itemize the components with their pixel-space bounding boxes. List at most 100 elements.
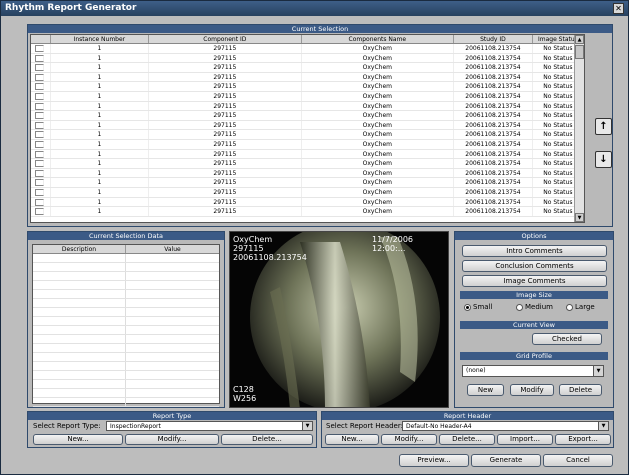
table-cell: OxyChem [302, 111, 455, 120]
checked-button[interactable]: Checked [532, 333, 602, 345]
row-checkbox[interactable] [35, 92, 44, 100]
table-row[interactable]: 1 297115 OxyChem 20061108.213754 No Status [31, 197, 584, 208]
move-down-icon[interactable]: ↓ [595, 151, 612, 168]
chevron-down-icon[interactable]: ▼ [598, 422, 608, 430]
table-row[interactable]: 1 297115 OxyChem 20061108.213754 No Status [31, 120, 584, 131]
table-row[interactable]: 1 297115 OxyChem 20061108.213754 No Status [31, 101, 584, 112]
report-type-new-button[interactable]: New... [33, 434, 123, 445]
table-row[interactable]: 1 297115 OxyChem 20061108.213754 No Status [31, 178, 584, 188]
table-cell: 297115 [149, 159, 302, 168]
chevron-down-icon[interactable]: ▼ [593, 366, 603, 376]
report-type-delete-button[interactable]: Delete... [221, 434, 313, 445]
row-checkbox[interactable] [35, 150, 44, 158]
size-large-radio[interactable]: Large [566, 303, 595, 311]
table-row[interactable]: 1 297115 OxyChem 20061108.213754 No Status [31, 91, 584, 102]
table-row[interactable]: 1 297115 OxyChem 20061108.213754 No Status [31, 111, 584, 121]
report-header-label: Select Report Header: [326, 422, 403, 430]
column-header[interactable]: Instance Number [51, 35, 150, 43]
table-row[interactable]: 1 297115 OxyChem 20061108.213754 No Status [31, 187, 584, 198]
report-type-select[interactable]: InspectionReport ▼ [106, 421, 313, 431]
chevron-down-icon[interactable]: ▼ [302, 422, 312, 430]
grid-delete-button[interactable]: Delete [559, 384, 602, 396]
preview-button[interactable]: Preview... [399, 454, 469, 467]
table-cell: 20061108.213754 [454, 72, 533, 82]
size-small-label: Small [473, 303, 493, 311]
row-checkbox[interactable] [35, 131, 44, 139]
size-medium-radio[interactable]: Medium [516, 303, 553, 311]
report-header-new-button[interactable]: New... [325, 434, 379, 445]
row-checkbox[interactable] [35, 208, 44, 216]
table-cell: 1 [51, 130, 150, 139]
table-cell: 1 [51, 53, 150, 63]
radio-icon[interactable] [566, 303, 573, 311]
column-header[interactable]: Study ID [454, 35, 533, 43]
close-icon[interactable]: ✕ [613, 3, 624, 14]
table-row[interactable]: 1 297115 OxyChem 20061108.213754 No Status [31, 63, 584, 73]
row-select-cell [31, 187, 51, 197]
column-header[interactable] [31, 35, 51, 43]
cancel-button[interactable]: Cancel [543, 454, 613, 467]
report-header-select[interactable]: Default-No Header-A4 ▼ [402, 421, 609, 431]
row-checkbox[interactable] [35, 160, 44, 168]
scroll-down-icon[interactable]: ▼ [575, 213, 584, 222]
table-row[interactable]: 1 297115 OxyChem 20061108.213754 No Status [31, 139, 584, 150]
table-row[interactable]: 1 297115 OxyChem 20061108.213754 No Status [31, 168, 584, 179]
row-checkbox[interactable] [35, 54, 44, 62]
table-cell: 297115 [149, 82, 302, 91]
row-checkbox[interactable] [35, 64, 44, 72]
report-type-modify-button[interactable]: Modify... [125, 434, 219, 445]
table-row[interactable]: 1 297115 OxyChem 20061108.213754 No Status [31, 130, 584, 140]
row-checkbox[interactable] [35, 83, 44, 91]
row-checkbox[interactable] [35, 140, 44, 148]
scroll-thumb[interactable] [575, 45, 584, 59]
report-header-export-button[interactable]: Export... [555, 434, 611, 445]
radio-selected-icon[interactable] [464, 303, 471, 311]
generate-button[interactable]: Generate [471, 454, 541, 467]
row-checkbox[interactable] [35, 112, 44, 120]
row-checkbox[interactable] [35, 121, 44, 129]
size-small-radio[interactable]: Small [464, 303, 492, 311]
list-item [33, 389, 219, 398]
move-up-icon[interactable]: ↑ [595, 118, 612, 135]
table-scrollbar[interactable]: ▲ ▼ [574, 35, 584, 222]
table-cell: 20061108.213754 [454, 159, 533, 168]
image-viewer[interactable]: OxyChem 297115 20061108.213754 11/7/2006… [229, 231, 449, 408]
grid-modify-button[interactable]: Modify [510, 384, 554, 396]
description-cell [33, 389, 126, 397]
grid-profile-select[interactable]: (none) ▼ [462, 365, 604, 377]
row-checkbox[interactable] [35, 45, 44, 52]
column-header[interactable]: Component ID [149, 35, 302, 43]
table-cell: 297115 [149, 130, 302, 139]
value-column[interactable]: Value [126, 245, 219, 253]
column-header[interactable]: Components Name [302, 35, 455, 43]
row-checkbox[interactable] [35, 179, 44, 187]
image-comments-button[interactable]: Image Comments [462, 275, 607, 287]
table-row[interactable]: 1 297115 OxyChem 20061108.213754 No Status [31, 72, 584, 83]
report-header-import-button[interactable]: Import... [497, 434, 553, 445]
conclusion-comments-button[interactable]: Conclusion Comments [462, 260, 607, 272]
grid-new-button[interactable]: New [467, 384, 504, 396]
scroll-up-icon[interactable]: ▲ [575, 35, 584, 44]
row-checkbox[interactable] [35, 73, 44, 81]
table-row[interactable]: 1 297115 OxyChem 20061108.213754 No Status [31, 53, 584, 64]
table-row[interactable]: 1 297115 OxyChem 20061108.213754 No Status [31, 207, 584, 217]
description-column[interactable]: Description [33, 245, 126, 253]
table-cell: 20061108.213754 [454, 82, 533, 91]
report-header-delete-button[interactable]: Delete... [439, 434, 495, 445]
list-item [33, 371, 219, 380]
row-select-cell [31, 44, 51, 53]
table-cell: 20061108.213754 [454, 130, 533, 139]
table-row[interactable]: 1 297115 OxyChem 20061108.213754 No Status [31, 82, 584, 92]
row-checkbox[interactable] [35, 198, 44, 206]
row-checkbox[interactable] [35, 188, 44, 196]
table-row[interactable]: 1 297115 OxyChem 20061108.213754 No Status [31, 159, 584, 169]
table-row[interactable]: 1 297115 OxyChem 20061108.213754 No Status [31, 44, 584, 54]
radio-icon[interactable] [516, 303, 523, 311]
table-cell: OxyChem [302, 53, 455, 63]
table-cell: 297115 [149, 53, 302, 63]
intro-comments-button[interactable]: Intro Comments [462, 245, 607, 257]
table-row[interactable]: 1 297115 OxyChem 20061108.213754 No Status [31, 149, 584, 160]
row-checkbox[interactable] [35, 102, 44, 110]
row-checkbox[interactable] [35, 169, 44, 177]
report-header-modify-button[interactable]: Modify... [381, 434, 437, 445]
